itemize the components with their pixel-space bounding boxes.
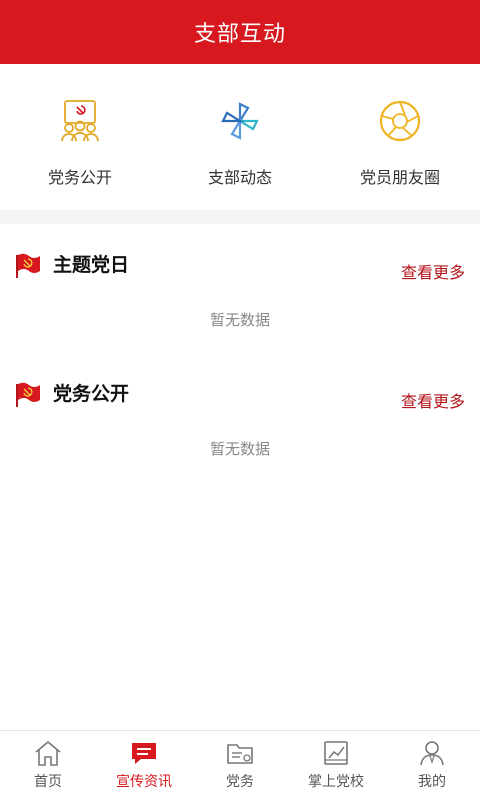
tab-label: 党务 — [226, 774, 254, 790]
party-meeting-icon — [57, 98, 103, 144]
empty-state-text: 暂无数据 — [209, 311, 270, 329]
section-title: 主题党日 — [53, 254, 130, 276]
tab-label: 掌上党校 — [308, 774, 364, 790]
book-chart-icon — [320, 738, 352, 768]
page-title: 支部互动 — [193, 22, 286, 47]
user-icon — [416, 738, 448, 768]
tab-home[interactable]: 首页 — [0, 731, 96, 800]
section-divider — [0, 210, 480, 224]
bottom-tab-bar: 首页 宣传资讯 党务 掌上党校 我的 — [0, 730, 480, 800]
section-title: 党务公开 — [53, 383, 130, 405]
view-more-link[interactable]: 查看更多 — [401, 262, 465, 284]
empty-state-text: 暂无数据 — [209, 440, 270, 458]
tab-party-affairs[interactable]: 党务 — [192, 731, 288, 800]
section-theme-party-day: 主题党日 查看更多 暂无数据 — [0, 252, 480, 372]
view-more-link[interactable]: 查看更多 — [401, 391, 465, 413]
tab-profile[interactable]: 我的 — [384, 731, 480, 800]
message-icon — [128, 738, 160, 768]
quick-link-label: 党务公开 — [47, 168, 112, 187]
tab-label: 宣传资讯 — [116, 774, 172, 790]
aperture-circle-icon — [377, 98, 423, 144]
tab-label: 我的 — [418, 774, 446, 790]
section-party-affairs: 党务公开 查看更多 暂无数据 — [0, 381, 480, 501]
quick-link-member-circle[interactable]: 党员朋友圈 — [320, 64, 480, 210]
tab-label: 首页 — [34, 774, 62, 790]
home-icon — [32, 738, 64, 768]
party-flag-icon — [14, 381, 42, 409]
tab-party-school[interactable]: 掌上党校 — [288, 731, 384, 800]
folder-icon — [224, 738, 256, 768]
pinwheel-icon — [217, 98, 263, 144]
quick-link-label: 支部动态 — [207, 168, 272, 187]
party-flag-icon — [14, 252, 42, 280]
quick-link-branch-news[interactable]: 支部动态 — [160, 64, 320, 210]
quick-link-label: 党员朋友圈 — [359, 168, 440, 187]
app-header: 支部互动 — [0, 0, 480, 64]
quick-links: 党务公开 支部动态 党员朋友圈 — [0, 64, 480, 210]
quick-link-party-affairs[interactable]: 党务公开 — [0, 64, 160, 210]
tab-news[interactable]: 宣传资讯 — [96, 731, 192, 800]
